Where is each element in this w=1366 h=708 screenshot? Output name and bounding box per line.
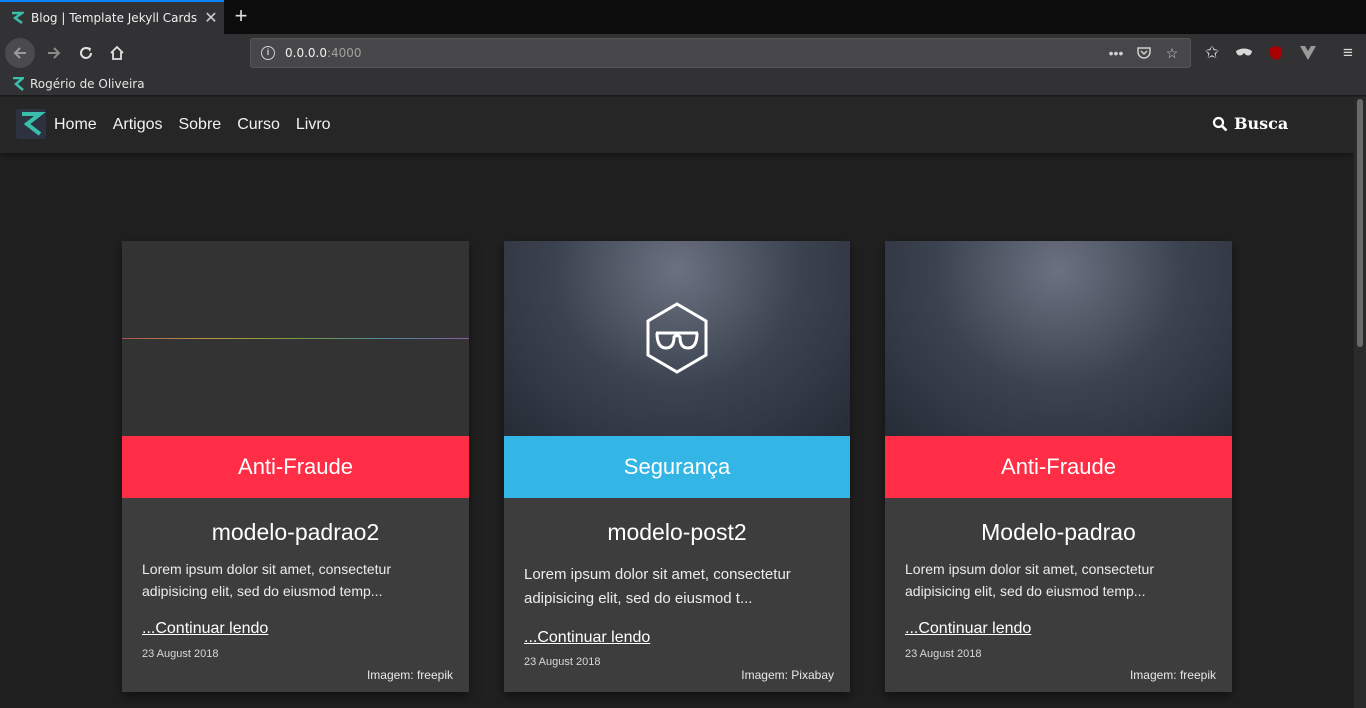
card-excerpt: Lorem ipsum dolor sit amet, consectetur … <box>142 561 391 599</box>
card-image <box>885 241 1232 436</box>
bookmark-favicon-icon <box>13 76 24 91</box>
read-more-link[interactable]: ...Continuar lendo <box>142 620 268 638</box>
card-date: 23 August 2018 <box>142 648 219 660</box>
card-excerpt: Lorem ipsum dolor sit amet, consectetur … <box>524 566 791 607</box>
private-mask-button[interactable] <box>1230 39 1258 67</box>
category-banner[interactable]: Anti-Fraude <box>122 436 469 498</box>
site-logo-icon[interactable] <box>16 109 46 139</box>
library-star-icon: ✩ <box>1204 43 1220 62</box>
forward-button[interactable] <box>40 39 68 67</box>
tab-bar: Blog | Template Jekyll Cards ✕ + <box>0 0 1366 34</box>
nav-curso[interactable]: Curso <box>237 116 280 134</box>
home-icon <box>110 45 124 60</box>
nav-sobre[interactable]: Sobre <box>178 116 221 134</box>
ublock-button[interactable] <box>1262 39 1290 67</box>
image-credit: Imagem: freepik <box>1129 668 1216 682</box>
image-credit: Imagem: freepik <box>366 668 453 682</box>
ublock-icon <box>1270 46 1282 60</box>
card-title[interactable]: Modelo-padrao <box>885 519 1232 546</box>
card-date: 23 August 2018 <box>524 656 601 668</box>
image-credit: Imagem: Pixabay <box>741 668 834 682</box>
new-tab-button[interactable]: + <box>228 4 254 30</box>
nav-home[interactable]: Home <box>54 116 97 134</box>
nav-livro[interactable]: Livro <box>296 116 331 134</box>
bookmark-star-icon[interactable]: ☆ <box>1160 42 1184 64</box>
search-button[interactable]: Busca <box>1212 114 1288 133</box>
nav-artigos[interactable]: Artigos <box>113 116 163 134</box>
url-bar[interactable]: i 0.0.0.0:4000 ••• ☆ <box>250 38 1191 68</box>
post-card[interactable]: Anti-Fraude modelo-padrao2 Lorem ipsum d… <box>122 241 469 692</box>
vue-icon <box>1300 46 1316 60</box>
read-more-link[interactable]: ...Continuar lendo <box>524 629 650 647</box>
tab-close-icon[interactable]: ✕ <box>198 8 224 28</box>
bookmark-label: Rogério de Oliveira <box>30 76 145 91</box>
page-viewport: Home Artigos Sobre Curso Livro Busca Ant… <box>0 97 1354 708</box>
library-button[interactable]: ✩ <box>1198 39 1226 67</box>
card-image-art <box>122 338 469 339</box>
url-host: 0.0.0.0 <box>285 46 327 60</box>
tab-title: Blog | Template Jekyll Cards <box>31 11 198 25</box>
pocket-icon[interactable] <box>1132 42 1156 64</box>
category-banner[interactable]: Anti-Fraude <box>885 436 1232 498</box>
browser-toolbar: i 0.0.0.0:4000 ••• ☆ ✩ ≡ <box>0 34 1366 72</box>
site-nav: Home Artigos Sobre Curso Livro <box>54 97 331 153</box>
read-more-link[interactable]: ...Continuar lendo <box>905 620 1031 638</box>
card-excerpt: Lorem ipsum dolor sit amet, consectetur … <box>905 561 1154 599</box>
arrow-left-icon <box>13 47 26 59</box>
mask-icon <box>1236 48 1252 56</box>
reload-icon <box>80 47 92 59</box>
page-scrollbar[interactable] <box>1354 97 1366 708</box>
hamburger-icon: ≡ <box>1343 43 1353 62</box>
post-card[interactable]: Anti-Fraude Modelo-padrao Lorem ipsum do… <box>885 241 1232 692</box>
site-favicon-icon <box>12 11 24 25</box>
category-banner[interactable]: Segurança <box>504 436 850 498</box>
card-title[interactable]: modelo-padrao2 <box>122 519 469 546</box>
info-icon[interactable]: i <box>261 46 275 60</box>
reload-button[interactable] <box>72 39 100 67</box>
back-button[interactable] <box>5 38 35 68</box>
site-header: Home Artigos Sobre Curso Livro Busca <box>0 97 1354 153</box>
search-label: Busca <box>1234 114 1289 133</box>
glasses-hexagon-icon <box>646 302 708 374</box>
page-actions-icon[interactable]: ••• <box>1104 42 1128 64</box>
card-image <box>122 241 469 436</box>
vue-devtools-button[interactable] <box>1294 39 1322 67</box>
card-image <box>504 241 850 436</box>
tab-active[interactable]: Blog | Template Jekyll Cards ✕ <box>0 0 224 34</box>
url-port: :4000 <box>326 46 362 60</box>
search-icon <box>1212 116 1228 131</box>
card-title[interactable]: modelo-post2 <box>504 519 850 546</box>
card-date: 23 August 2018 <box>905 648 982 660</box>
bookmark-item[interactable]: Rogério de Oliveira <box>12 76 145 91</box>
post-card[interactable]: Segurança modelo-post2 Lorem ipsum dolor… <box>504 241 850 692</box>
arrow-right-icon <box>48 47 61 59</box>
bookmarks-toolbar: Rogério de Oliveira <box>0 72 1366 96</box>
scrollbar-thumb[interactable] <box>1357 99 1363 347</box>
home-button[interactable] <box>103 39 131 67</box>
menu-button[interactable]: ≡ <box>1334 39 1362 67</box>
